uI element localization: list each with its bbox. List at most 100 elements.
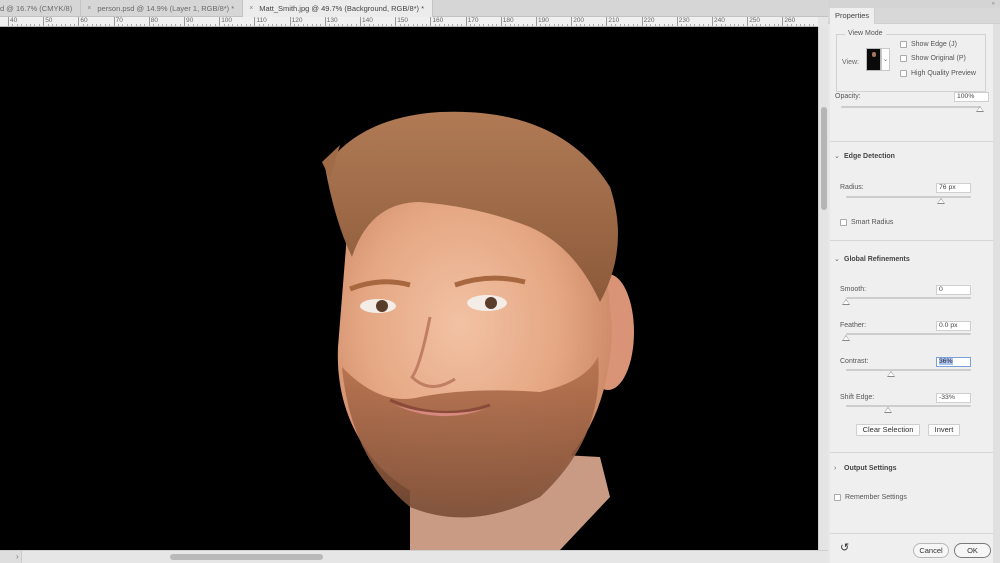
checkbox-box[interactable]	[900, 70, 907, 77]
horizontal-ruler[interactable]: 40 50 60 70 80 90 100 110 120 130 140 150 160 170 180 1…	[0, 17, 818, 27]
ruler-minor-tick	[417, 24, 419, 26]
radius-slider-handle[interactable]	[937, 198, 945, 204]
opacity-slider-handle[interactable]	[976, 106, 984, 112]
global-refinements-header[interactable]: ⌄ Global Refinements	[834, 255, 910, 264]
feather-input[interactable]: 0.0 px	[936, 321, 971, 331]
show-original-checkbox[interactable]: Show Original (P)	[900, 55, 966, 62]
ruler-minor-tick	[320, 24, 322, 26]
properties-panel: Properties View Mode View: ⌄ Show Edge (…	[828, 8, 1000, 563]
divider	[830, 240, 993, 241]
feather-label: Feather:	[840, 322, 867, 329]
ruler-minor-tick	[404, 24, 405, 26]
close-tab-icon[interactable]: ×	[249, 5, 253, 12]
ruler-label: 130	[326, 17, 338, 24]
chevron-right-icon[interactable]: ›	[16, 552, 19, 561]
document-tab-label: Matt_Smith.jpg @ 49.7% (Background, RGB/…	[259, 4, 425, 13]
checkbox-box[interactable]	[834, 494, 841, 501]
ruler-minor-tick	[16, 24, 18, 26]
edge-detection-header[interactable]: ⌄ Edge Detection	[834, 152, 895, 161]
clear-selection-button[interactable]: Clear Selection	[856, 424, 920, 436]
view-mode-thumbnail[interactable]	[866, 48, 881, 71]
ruler-minor-tick	[668, 24, 669, 26]
contrast-slider-handle[interactable]	[887, 371, 895, 377]
ruler-minor-tick	[258, 24, 260, 26]
ruler-minor-tick	[628, 24, 630, 26]
cancel-button[interactable]: Cancel	[913, 543, 949, 558]
ruler-corner	[818, 17, 828, 27]
ruler-minor-tick	[342, 24, 344, 26]
checkbox-box[interactable]	[900, 41, 907, 48]
invert-button[interactable]: Invert	[928, 424, 960, 436]
ruler-minor-tick	[681, 24, 683, 26]
contrast-input[interactable]: 36%	[936, 357, 971, 367]
ruler-minor-tick	[544, 24, 546, 26]
reset-icon[interactable]: ↺	[840, 541, 849, 554]
show-edge-checkbox[interactable]: Show Edge (J)	[900, 41, 957, 48]
document-tab-cmyk[interactable]: d @ 16.7% (CMYK/8)	[0, 0, 82, 17]
ruler-minor-tick	[562, 24, 564, 26]
ruler-minor-tick	[588, 24, 590, 26]
ruler-minor-tick	[390, 24, 392, 26]
close-tab-icon[interactable]: ×	[87, 5, 91, 12]
ruler-minor-tick	[355, 24, 357, 26]
ruler-minor-tick	[575, 24, 577, 26]
smart-radius-checkbox[interactable]: Smart Radius	[840, 219, 893, 226]
ruler-minor-tick	[192, 24, 194, 26]
feather-slider[interactable]	[846, 333, 971, 335]
ruler-minor-tick	[408, 24, 410, 26]
output-settings-header[interactable]: › Output Settings	[834, 465, 897, 472]
smooth-slider[interactable]	[846, 297, 971, 299]
ruler-label: 200	[573, 17, 585, 24]
document-tab-matt-smith[interactable]: × Matt_Smith.jpg @ 49.7% (Background, RG…	[243, 0, 434, 17]
checkbox-box[interactable]	[840, 219, 847, 226]
vertical-scrollbar[interactable]	[818, 27, 828, 550]
ruler-minor-tick	[153, 24, 155, 26]
ruler-minor-tick	[729, 24, 731, 26]
ruler-minor-tick	[56, 24, 58, 26]
opacity-input[interactable]: 100%	[954, 92, 989, 102]
ruler-minor-tick	[690, 24, 691, 26]
ruler-minor-tick	[100, 24, 102, 26]
ruler-minor-tick	[175, 24, 177, 26]
ruler-minor-tick	[496, 24, 498, 26]
shift-edge-slider-handle[interactable]	[883, 407, 892, 413]
shift-edge-slider[interactable]	[846, 405, 971, 407]
horizontal-scrollbar[interactable]: ›	[0, 550, 828, 563]
chevron-down-icon: ⌄	[882, 57, 889, 63]
tab-properties[interactable]: Properties	[830, 8, 876, 25]
shift-edge-label: Shift Edge:	[840, 394, 875, 401]
ruler-minor-tick	[386, 24, 388, 26]
ruler-minor-tick	[786, 24, 788, 26]
ok-button[interactable]: OK	[954, 543, 991, 558]
smooth-input[interactable]: 0	[936, 285, 971, 295]
smooth-slider-handle[interactable]	[842, 299, 850, 305]
ruler-minor-tick	[272, 24, 273, 26]
contrast-slider[interactable]	[846, 369, 971, 371]
panel-header-bar: »	[828, 0, 1000, 8]
ruler-minor-tick	[109, 24, 111, 26]
ruler-minor-tick	[12, 24, 14, 26]
ruler-minor-tick	[461, 24, 463, 26]
ruler-minor-tick	[443, 24, 445, 26]
document-tab-person[interactable]: × person.psd @ 14.9% (Layer 1, RGB/8*) *	[81, 0, 244, 17]
collapse-panel-icon[interactable]: »	[992, 0, 995, 8]
ruler-minor-tick	[720, 24, 722, 26]
radius-slider[interactable]	[846, 196, 971, 198]
feather-slider-handle[interactable]	[842, 335, 850, 341]
ruler-minor-tick	[364, 24, 366, 26]
opacity-slider[interactable]	[841, 106, 980, 108]
remember-settings-checkbox[interactable]: Remember Settings	[834, 494, 907, 501]
ruler-minor-tick	[549, 24, 551, 26]
ruler-minor-tick	[694, 24, 696, 26]
vertical-scroll-thumb[interactable]	[821, 107, 827, 210]
ruler-label: 240	[714, 17, 725, 24]
shift-edge-input[interactable]: -33%	[936, 393, 971, 403]
view-mode-dropdown[interactable]: ⌄	[881, 48, 890, 71]
ruler-minor-tick	[800, 24, 801, 26]
ruler-minor-tick	[267, 24, 269, 26]
image-canvas[interactable]	[0, 27, 818, 550]
radius-input[interactable]: 76 px	[936, 183, 971, 193]
checkbox-box[interactable]	[900, 55, 907, 62]
horizontal-scroll-thumb[interactable]	[170, 554, 323, 560]
high-quality-preview-checkbox[interactable]: High Quality Preview	[900, 70, 976, 77]
